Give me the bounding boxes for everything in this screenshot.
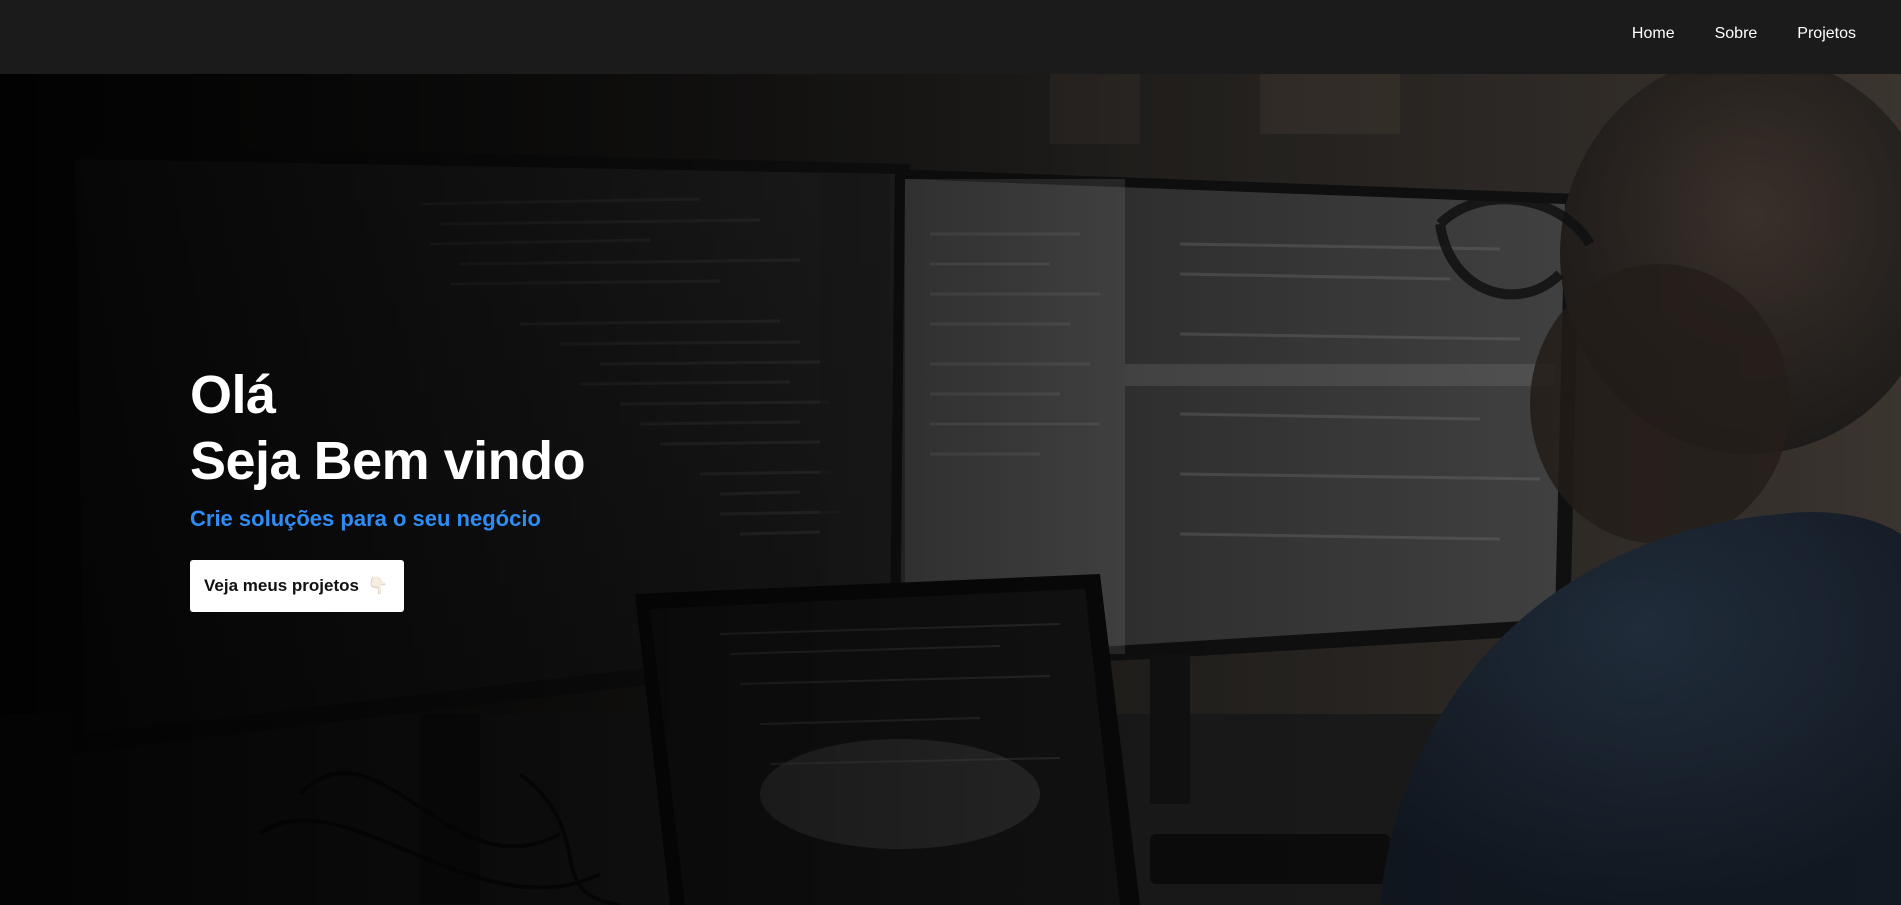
- nav-link-projetos[interactable]: Projetos: [1797, 25, 1856, 43]
- hero-greeting: Olá: [190, 365, 276, 425]
- nav-link-sobre[interactable]: Sobre: [1715, 25, 1758, 43]
- nav-links: Home Sobre Projetos: [1632, 0, 1856, 68]
- navbar: Home Sobre Projetos: [0, 0, 1901, 74]
- hero-welcome-title: Seja Bem vindo: [190, 431, 586, 491]
- hero-tagline: Crie soluções para o seu negócio: [190, 506, 541, 531]
- pointing-down-hand-icon: 👇🏻: [366, 576, 389, 595]
- view-projects-button-label: Veja meus projetos: [204, 576, 359, 595]
- view-projects-button[interactable]: Veja meus projetos 👇🏻: [190, 560, 405, 612]
- page: Home Sobre Projetos Olá Seja Bem vindo C…: [0, 0, 1901, 905]
- hero-content: Olá Seja Bem vindo Crie soluções para o …: [190, 362, 586, 612]
- nav-link-home[interactable]: Home: [1632, 25, 1675, 43]
